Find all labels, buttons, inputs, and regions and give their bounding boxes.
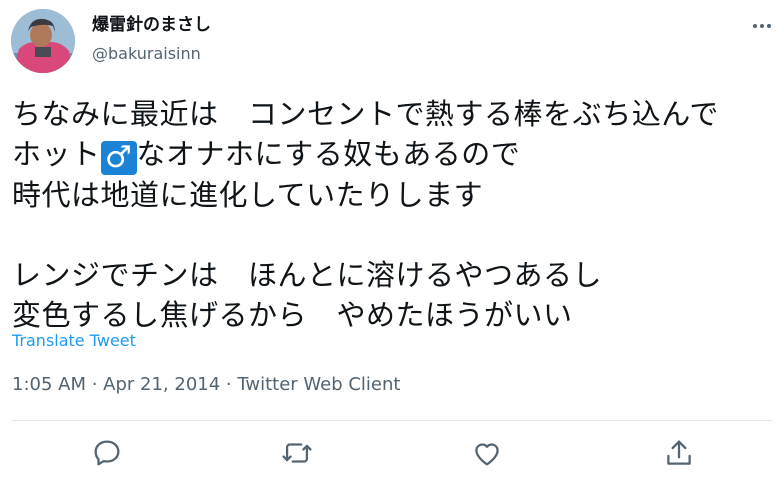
share-icon[interactable] (662, 436, 696, 470)
tweet-line: なオナホにする奴もあるので (136, 137, 521, 171)
tweet-text: ちなみに最近は コンセントで熱する棒をぶち込んで ホット ♂ なオナホにする奴もある… (12, 94, 719, 335)
reply-icon[interactable] (90, 436, 124, 470)
like-icon[interactable] (470, 436, 504, 470)
tweet-timestamp-source[interactable]: 1:05 AM · Apr 21, 2014 · Twitter Web Cli… (12, 372, 400, 398)
more-options-icon[interactable] (748, 14, 776, 38)
user-handle[interactable]: @bakuraisinn (92, 44, 201, 64)
tweet-card: 爆雷針のまさし @bakuraisinn ちなみに最近は コンセントで熱する棒を… (0, 0, 784, 493)
tweet-line: 時代は地道に進化していたりします (12, 178, 484, 212)
translate-tweet-link[interactable]: Translate Tweet (12, 330, 136, 352)
divider (12, 420, 772, 421)
male-sign-emoji: ♂ (100, 141, 137, 175)
retweet-icon[interactable] (280, 436, 314, 470)
tweet-line: レンジでチンは ほんとに溶けるやつあるし (12, 258, 603, 292)
avatar[interactable] (11, 9, 75, 73)
display-name[interactable]: 爆雷針のまさし (92, 14, 211, 36)
tweet-line: ちなみに最近は コンセントで熱する棒をぶち込んで (12, 97, 719, 131)
tweet-line: ホット (12, 137, 101, 171)
tweet-line: 変色するし焦げるから やめたほうがいい (12, 298, 573, 332)
